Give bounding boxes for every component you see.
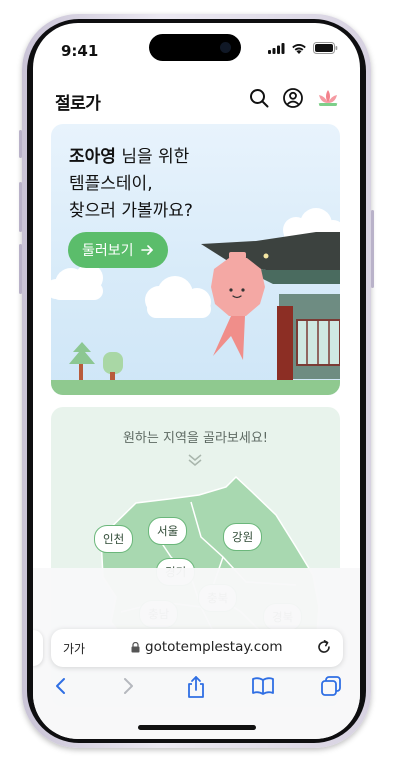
arrow-right-icon bbox=[140, 245, 153, 255]
browser-toolbar bbox=[33, 673, 360, 703]
status-time: 9:41 bbox=[61, 42, 99, 60]
dynamic-island bbox=[149, 34, 241, 61]
hero-line2: 템플스테이, bbox=[69, 174, 153, 194]
url-text: gototemplestay.com bbox=[145, 639, 283, 655]
hero-line1-suffix: 님을 위한 bbox=[115, 147, 190, 167]
signal-icon bbox=[268, 42, 285, 54]
lotus-logo-icon[interactable] bbox=[316, 87, 340, 109]
home-indicator bbox=[138, 725, 256, 730]
region-chip-incheon[interactable]: 인천 bbox=[94, 525, 134, 553]
back-icon[interactable] bbox=[51, 675, 71, 697]
volume-up-button bbox=[19, 182, 22, 232]
action-button bbox=[19, 130, 22, 158]
user-name: 조아영 bbox=[69, 147, 116, 167]
url-display[interactable]: gototemplestay.com bbox=[131, 639, 283, 655]
volume-down-button bbox=[19, 244, 22, 294]
forward-icon[interactable] bbox=[118, 675, 138, 697]
reload-icon[interactable] bbox=[315, 638, 333, 656]
hero-line3: 찾으러 가볼까요? bbox=[69, 201, 193, 221]
hero-banner[interactable]: 조아영 님을 위한 템플스테이, 찾으러 가볼까요? 둘러보기 bbox=[51, 124, 340, 395]
power-button bbox=[371, 210, 374, 288]
region-chip-seoul[interactable]: 서울 bbox=[148, 517, 188, 545]
previous-tab-peek[interactable] bbox=[33, 630, 43, 666]
bookmarks-icon[interactable] bbox=[251, 675, 275, 697]
app-header: 절로가 bbox=[33, 81, 360, 121]
battery-icon bbox=[313, 42, 338, 54]
screen: 9:41 절로가 조아영 님을 위한 템플스테이, 찾으러 가볼까요? 둘러보기… bbox=[33, 23, 360, 739]
browse-button-label: 둘러보기 bbox=[82, 243, 134, 259]
hero-title: 조아영 님을 위한 템플스테이, 찾으러 가볼까요? bbox=[69, 144, 193, 225]
wifi-icon bbox=[292, 43, 306, 54]
search-icon[interactable] bbox=[248, 87, 270, 109]
header-actions bbox=[248, 87, 340, 109]
browse-button[interactable]: 둘러보기 bbox=[68, 232, 168, 268]
account-icon[interactable] bbox=[282, 87, 304, 109]
share-icon[interactable] bbox=[185, 675, 207, 699]
status-icons bbox=[268, 42, 338, 54]
address-bar[interactable]: 가가 gototemplestay.com bbox=[51, 629, 343, 667]
tabs-icon[interactable] bbox=[320, 675, 342, 697]
lock-icon bbox=[131, 641, 140, 652]
browser-bottom-bar: 가가 gototemplestay.com bbox=[33, 568, 360, 739]
text-size-button[interactable]: 가가 bbox=[63, 640, 85, 657]
region-chip-gangwon[interactable]: 강원 bbox=[223, 523, 263, 551]
brand-logo-text[interactable]: 절로가 bbox=[55, 89, 101, 114]
status-bar: 9:41 bbox=[33, 23, 360, 73]
